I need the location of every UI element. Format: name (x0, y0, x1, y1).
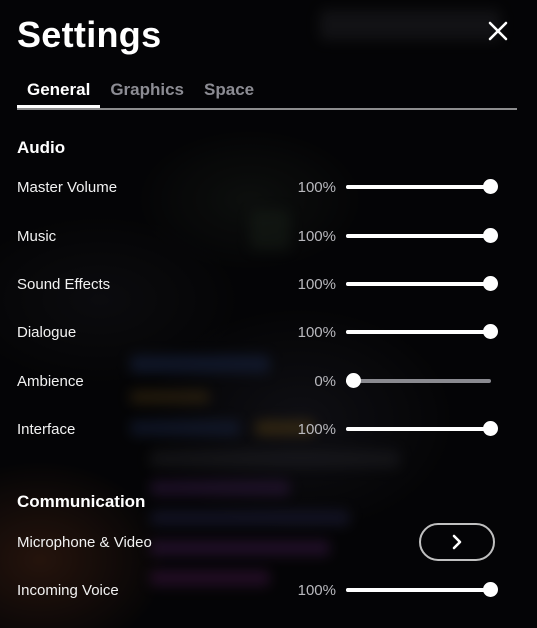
dialogue-slider[interactable] (346, 323, 498, 341)
interface-slider[interactable] (346, 420, 498, 438)
setting-label: Music (17, 227, 57, 245)
ambience-slider[interactable] (346, 372, 497, 390)
close-button[interactable] (485, 18, 511, 44)
setting-row-interface: Interface 100% (17, 417, 498, 441)
setting-value: 100% (297, 227, 336, 245)
slider-thumb[interactable] (483, 324, 498, 339)
slider-thumb[interactable] (346, 373, 361, 388)
tab-bar: General Graphics Space (17, 76, 517, 110)
chevron-right-icon (452, 534, 462, 550)
section-heading-communication: Communication (17, 492, 146, 511)
setting-row-sound-effects: Sound Effects 100% (17, 272, 498, 296)
setting-row-incoming-voice: Incoming Voice 100% (17, 578, 498, 602)
tab-graphics[interactable]: Graphics (100, 76, 194, 108)
slider-thumb[interactable] (483, 179, 498, 194)
settings-panel: Settings General Graphics Space Audio Ma… (0, 0, 537, 628)
setting-value: 100% (297, 323, 336, 341)
sound-effects-slider[interactable] (346, 275, 498, 293)
slider-thumb[interactable] (483, 276, 498, 291)
section-heading-audio: Audio (17, 138, 66, 157)
incoming-voice-slider[interactable] (346, 581, 498, 599)
setting-row-music: Music 100% (17, 224, 498, 248)
setting-label: Master Volume (17, 178, 118, 196)
setting-row-master-volume: Master Volume 100% (17, 175, 498, 199)
setting-value: 100% (297, 275, 336, 293)
slider-thumb[interactable] (483, 582, 498, 597)
tab-space[interactable]: Space (194, 76, 264, 108)
slider-thumb[interactable] (483, 228, 498, 243)
close-icon (488, 21, 508, 41)
setting-value: 100% (297, 178, 336, 196)
setting-value: 0% (314, 372, 336, 390)
setting-label: Interface (17, 420, 76, 438)
setting-row-ambience: Ambience 0% (17, 369, 497, 393)
setting-row-dialogue: Dialogue 100% (17, 320, 498, 344)
music-slider[interactable] (346, 227, 498, 245)
setting-label: Microphone & Video (17, 533, 152, 551)
setting-value: 100% (297, 420, 336, 438)
page-title: Settings (17, 14, 162, 55)
tab-general[interactable]: General (17, 76, 101, 108)
slider-thumb[interactable] (483, 421, 498, 436)
setting-label: Incoming Voice (17, 581, 119, 599)
setting-label: Sound Effects (17, 275, 111, 293)
master-volume-slider[interactable] (346, 178, 498, 196)
microphone-video-open-button[interactable] (419, 523, 495, 561)
setting-label: Dialogue (17, 323, 77, 341)
setting-row-microphone-video: Microphone & Video (17, 523, 497, 561)
setting-label: Ambience (17, 372, 84, 390)
setting-value: 100% (297, 581, 336, 599)
